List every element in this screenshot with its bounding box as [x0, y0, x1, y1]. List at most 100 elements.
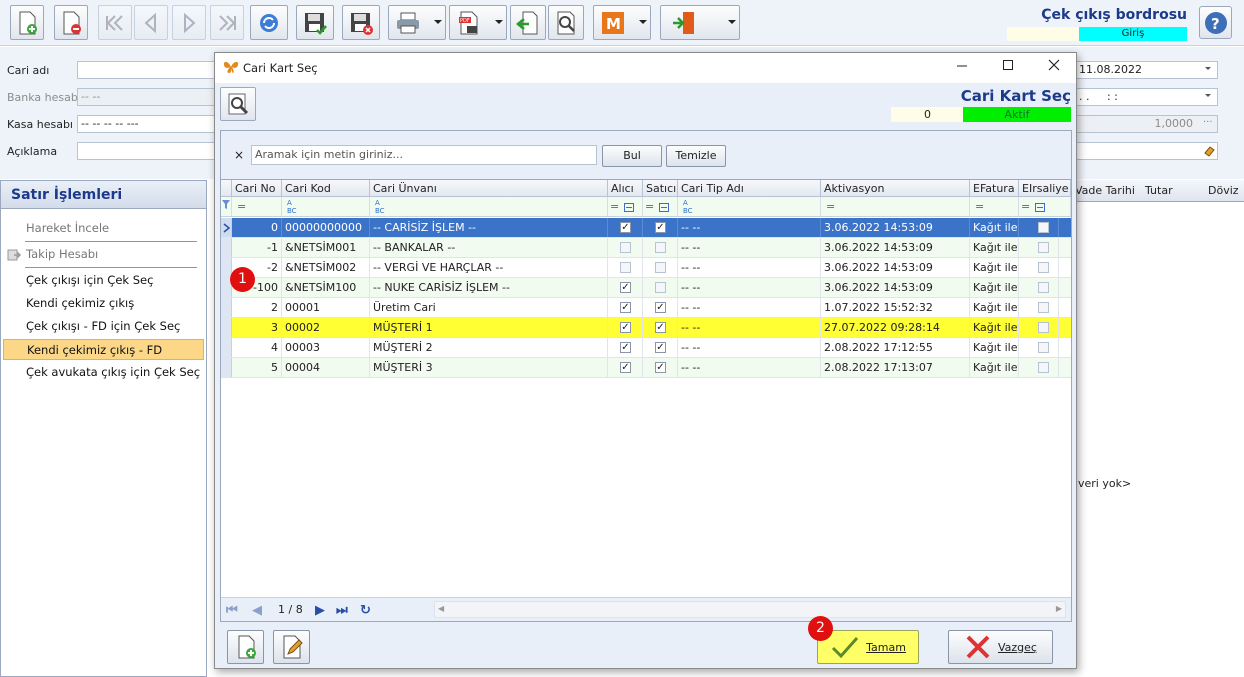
date-dropdown-icon[interactable]: [1205, 67, 1211, 70]
col-vade-tarihi[interactable]: Vade Tarihi: [1075, 184, 1135, 197]
alici-checkbox[interactable]: ✓: [620, 322, 631, 333]
table-row[interactable]: -100 &NETSİM100 -- NUKE CARİSİZ İŞLEM -- ✓ -…: [221, 278, 1071, 298]
filter-cari-no[interactable]: =: [232, 197, 282, 216]
last-record-button[interactable]: [210, 5, 244, 40]
satici-checkbox[interactable]: ✓: [655, 222, 666, 233]
eirsaliye-checkbox[interactable]: [1038, 242, 1049, 253]
eirsaliye-checkbox[interactable]: [1038, 342, 1049, 353]
first-page-icon[interactable]: ⏮: [226, 603, 238, 618]
col-doviz[interactable]: Döviz: [1208, 184, 1239, 197]
save-button[interactable]: [296, 5, 334, 40]
date-input[interactable]: 11.08.2022: [1075, 61, 1218, 79]
ellipsis-icon[interactable]: ···: [1203, 117, 1213, 128]
close-button[interactable]: [1039, 59, 1069, 75]
filter-cari-unvani[interactable]: A BC: [370, 197, 608, 216]
sidebar-item-cek-cikisi[interactable]: Çek çıkışı için Çek Seç: [3, 270, 204, 291]
find-button[interactable]: Bul: [602, 145, 662, 167]
print-button[interactable]: [388, 5, 446, 40]
eirsaliye-checkbox[interactable]: [1038, 322, 1049, 333]
maximize-button[interactable]: [993, 59, 1023, 75]
col-efatura[interactable]: EFatura: [970, 180, 1019, 197]
filter-cari-tip[interactable]: A BC: [678, 197, 821, 216]
reload-icon[interactable]: ↻: [360, 603, 371, 618]
aciklama-input[interactable]: [77, 142, 217, 160]
sidebar-item-kendi-cekimiz-fd[interactable]: Kendi çekimiz çıkış - FD: [3, 339, 204, 360]
col-tutar[interactable]: Tutar: [1145, 184, 1173, 197]
col-cari-unvani[interactable]: Cari Ünvanı: [370, 180, 608, 197]
horizontal-scrollbar[interactable]: ◀ ▶: [434, 601, 1066, 618]
scroll-left-icon[interactable]: ◀: [438, 604, 444, 613]
filter-icon[interactable]: [221, 197, 232, 216]
first-record-button[interactable]: [98, 5, 132, 40]
help-button[interactable]: ?: [1199, 6, 1232, 39]
filter-alici[interactable]: =: [608, 197, 643, 216]
clear-search-icon[interactable]: ×: [234, 148, 244, 162]
filter-eirsaliye[interactable]: =: [1019, 197, 1071, 216]
row-indicator[interactable]: [221, 358, 232, 377]
alici-checkbox[interactable]: ✓: [620, 362, 631, 373]
edit-cari-button[interactable]: [273, 630, 310, 664]
prev-record-button[interactable]: [134, 5, 168, 40]
eirsaliye-checkbox[interactable]: [1038, 362, 1049, 373]
filter-cari-kod[interactable]: A BC: [282, 197, 370, 216]
minimize-button[interactable]: [947, 59, 977, 75]
time-dropdown-icon[interactable]: [1205, 94, 1211, 97]
row-indicator[interactable]: [221, 238, 232, 257]
col-cari-tip-adi[interactable]: Cari Tip Adı: [678, 180, 821, 197]
kasa-hesabi-input[interactable]: -- -- -- -- ---: [77, 115, 217, 133]
eirsaliye-checkbox[interactable]: [1038, 282, 1049, 293]
banka-hesabi-input[interactable]: -- --: [77, 88, 217, 106]
alici-checkbox[interactable]: ✓: [620, 342, 631, 353]
export-pdf-button[interactable]: PDF: [449, 5, 507, 40]
refresh-button[interactable]: [250, 5, 288, 40]
delete-record-button[interactable]: [54, 5, 88, 40]
cari-adi-input[interactable]: [77, 61, 217, 79]
sidebar-item-kendi-cekimiz[interactable]: Kendi çekimiz çıkış: [3, 293, 204, 314]
table-row[interactable]: 0 00000000000 -- CARİSİZ İŞLEM -- ✓ ✓ -- -- 3.…: [221, 218, 1071, 238]
search-settings-button[interactable]: [548, 5, 584, 40]
eirsaliye-checkbox[interactable]: [1038, 302, 1049, 313]
time-input[interactable]: . . : :: [1075, 88, 1218, 106]
satici-checkbox[interactable]: ✓: [655, 362, 666, 373]
sidebar-item-avukata-cikis[interactable]: Çek avukata çıkış için Çek Seç: [3, 362, 204, 383]
next-record-button[interactable]: [172, 5, 206, 40]
col-cari-kod[interactable]: Cari Kod: [282, 180, 370, 197]
table-row[interactable]: 2 00001 Üretim Cari ✓ ✓ -- -- 1.07.2022 15:52:…: [221, 298, 1071, 318]
module-button[interactable]: M: [593, 5, 651, 40]
sidebar-item-hareket-incele[interactable]: Hareket İncele: [3, 218, 204, 239]
dialog-settings-button[interactable]: [220, 87, 256, 121]
last-page-icon[interactable]: ⏭: [336, 603, 348, 618]
table-row[interactable]: -1 &NETSİM001 -- BANKALAR -- -- -- 3.06.2022…: [221, 238, 1071, 258]
aciklama-right-input[interactable]: [1075, 142, 1218, 160]
satici-checkbox[interactable]: [655, 242, 666, 253]
row-indicator[interactable]: [221, 338, 232, 357]
col-eirsaliye[interactable]: EIrsaliye: [1019, 180, 1071, 197]
table-row[interactable]: -2 &NETSİM002 -- VERGİ VE HARÇLAR -- -- -- 3…: [221, 258, 1071, 278]
filter-aktivasyon[interactable]: =: [821, 197, 970, 216]
col-satici[interactable]: Satıcı: [643, 180, 678, 197]
clear-button[interactable]: Temizle: [666, 145, 726, 167]
cancel-button[interactable]: Vazgeç: [948, 630, 1053, 664]
sidebar-item-takip-hesabi[interactable]: Takip Hesabı: [3, 244, 204, 265]
row-indicator[interactable]: [221, 318, 232, 337]
alici-checkbox[interactable]: ✓: [620, 302, 631, 313]
filter-satici[interactable]: =: [643, 197, 678, 216]
eirsaliye-checkbox[interactable]: [1038, 262, 1049, 273]
new-cari-button[interactable]: [227, 630, 264, 664]
row-indicator[interactable]: [221, 298, 232, 317]
new-record-button[interactable]: [10, 5, 44, 40]
table-row[interactable]: 4 00003 MÜŞTERİ 2 ✓ ✓ -- -- 2.08.2022 17:12:55…: [221, 338, 1071, 358]
exit-button[interactable]: [660, 5, 740, 40]
scroll-right-icon[interactable]: ▶: [1056, 604, 1062, 613]
col-alici[interactable]: Alıcı: [608, 180, 643, 197]
satici-checkbox[interactable]: ✓: [655, 322, 666, 333]
prev-page-icon[interactable]: ◀: [252, 603, 262, 618]
sidebar-item-cek-cikisi-fd[interactable]: Çek çıkışı - FD için Çek Seç: [3, 316, 204, 337]
col-aktivasyon[interactable]: Aktivasyon: [821, 180, 970, 197]
alici-checkbox[interactable]: [620, 242, 631, 253]
next-page-icon[interactable]: ▶: [315, 603, 325, 618]
satici-checkbox[interactable]: ✓: [655, 302, 666, 313]
satici-checkbox[interactable]: ✓: [655, 342, 666, 353]
import-button[interactable]: [510, 5, 546, 40]
eirsaliye-checkbox[interactable]: [1038, 222, 1049, 233]
